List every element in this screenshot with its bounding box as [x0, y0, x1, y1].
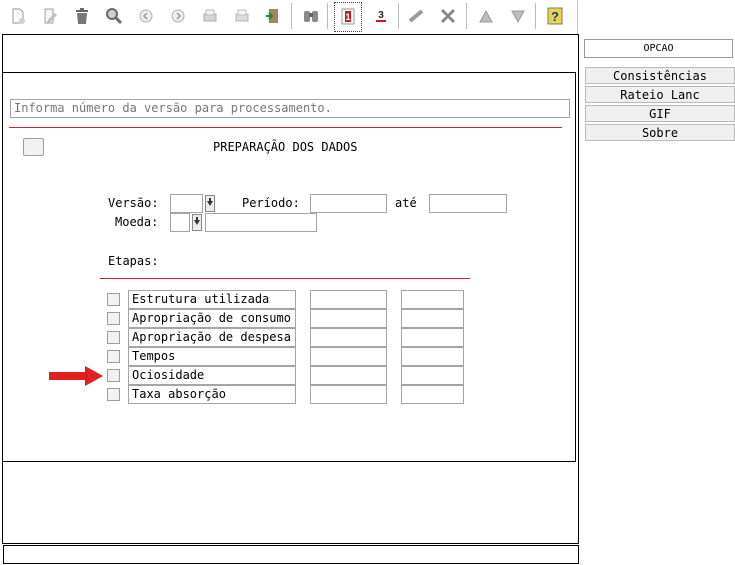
gif-button[interactable]: GIF — [585, 105, 735, 122]
page-title: PREPARAÇÃO DOS DADOS — [213, 140, 358, 154]
moeda-label: Moeda: — [115, 215, 159, 229]
arrow-icon — [49, 366, 103, 386]
etapas-label: Etapas: — [108, 254, 159, 268]
down-icon[interactable] — [507, 5, 529, 27]
etapa-checkbox[interactable] — [107, 350, 120, 363]
etapa-inicio-field — [310, 328, 387, 347]
calendar-icon[interactable]: 3 — [370, 5, 392, 27]
moeda-input[interactable] — [170, 213, 190, 232]
delete-icon[interactable] — [71, 5, 93, 27]
rateio-lanc-button[interactable]: Rateio Lanc — [585, 86, 735, 103]
hint-field: Informa número da versão para processame… — [10, 99, 570, 118]
toolbar-separator — [327, 3, 328, 29]
toolbar-separator — [398, 3, 399, 29]
info-icon[interactable]: 1 — [334, 2, 362, 32]
etapa-fim-field — [401, 328, 464, 347]
etapa-fim-field — [401, 366, 464, 385]
etapa-label: Taxa absorção — [128, 385, 296, 404]
etapa-checkbox[interactable] — [107, 388, 120, 401]
etapa-label: Apropriação de consumo — [128, 309, 296, 328]
moeda-descricao-field — [205, 213, 317, 232]
print-preview-icon[interactable] — [231, 5, 253, 27]
etapa-label: Ociosidade — [128, 366, 296, 385]
help-icon[interactable]: ? — [544, 5, 566, 27]
print-icon[interactable] — [199, 5, 221, 27]
svg-text:3: 3 — [378, 10, 384, 21]
form-panel: Informa número da versão para processame… — [2, 72, 576, 462]
consistencias-button[interactable]: Consistências — [585, 67, 735, 84]
etapa-label: Apropriação de despesa — [128, 328, 296, 347]
toolbar-separator — [535, 3, 536, 29]
edit-icon[interactable] — [39, 5, 61, 27]
header-checkbox[interactable] — [23, 138, 44, 156]
toolbar-separator — [466, 3, 467, 29]
new-icon[interactable] — [7, 5, 29, 27]
etapa-label: Tempos — [128, 347, 296, 366]
etapa-fim-field — [401, 309, 464, 328]
versao-label: Versão: — [108, 196, 159, 210]
etapa-label: Estrutura utilizada — [128, 290, 296, 309]
etapa-fim-field — [401, 385, 464, 404]
search-icon[interactable] — [103, 5, 125, 27]
tools-icon[interactable] — [437, 5, 459, 27]
etapa-inicio-field — [310, 347, 387, 366]
moeda-lookup-icon[interactable] — [192, 214, 202, 231]
etapa-fim-field — [401, 290, 464, 309]
periodo-fim-input[interactable] — [429, 194, 507, 213]
svg-text:1: 1 — [345, 12, 350, 22]
svg-text:?: ? — [551, 9, 559, 24]
etapa-inicio-field — [310, 309, 387, 328]
check-icon[interactable] — [405, 5, 427, 27]
etapa-checkbox[interactable] — [107, 369, 120, 382]
divider-top — [9, 127, 562, 128]
status-bar — [3, 545, 579, 564]
exit-icon[interactable] — [262, 5, 284, 27]
sobre-button[interactable]: Sobre — [585, 124, 735, 141]
prev-icon[interactable] — [135, 5, 157, 27]
etapa-inicio-field — [310, 366, 387, 385]
etapa-inicio-field — [310, 385, 387, 404]
versao-input[interactable] — [170, 194, 203, 213]
periodo-inicio-input[interactable] — [310, 194, 387, 213]
toolbar-separator — [291, 3, 292, 29]
etapa-fim-field — [401, 347, 464, 366]
etapa-checkbox[interactable] — [107, 331, 120, 344]
ate-label: até — [395, 196, 417, 210]
binoculars-icon[interactable] — [300, 5, 322, 27]
versao-lookup-icon[interactable] — [205, 195, 215, 212]
etapa-checkbox[interactable] — [107, 293, 120, 306]
up-icon[interactable] — [475, 5, 497, 27]
opcao-field: OPCAO — [584, 39, 733, 58]
etapa-checkbox[interactable] — [107, 312, 120, 325]
periodo-label: Período: — [242, 196, 300, 210]
next-icon[interactable] — [167, 5, 189, 27]
divider-etapas — [100, 278, 470, 279]
etapa-inicio-field — [310, 290, 387, 309]
toolbar: 1 3 ? — [0, 0, 578, 34]
